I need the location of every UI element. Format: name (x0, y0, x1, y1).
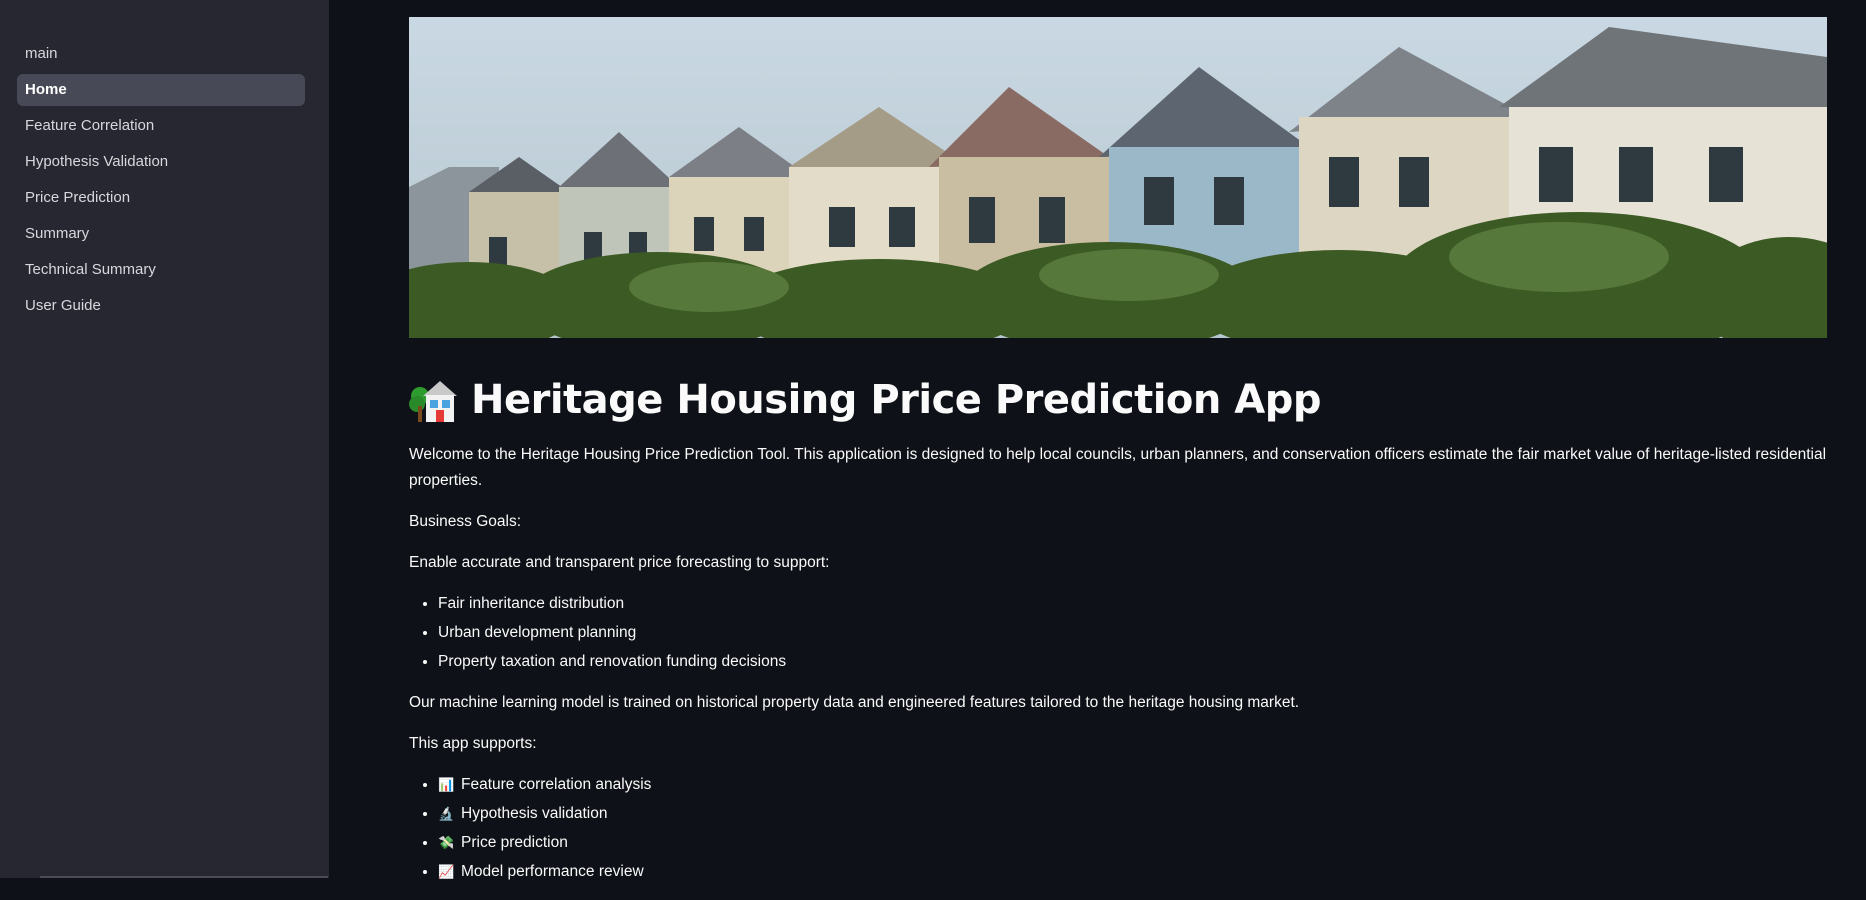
intro-text: Welcome to the Heritage Housing Price Pr… (409, 446, 1827, 489)
supports-heading: This app supports: (409, 735, 537, 752)
chart-increasing-icon: 📈 (438, 864, 455, 879)
bar-chart-icon: 📊 (438, 777, 455, 792)
sidebar-nav: main Home Feature Correlation Hypothesis… (17, 38, 305, 326)
goals-intro-text: Enable accurate and transparent price fo… (409, 554, 830, 571)
list-item-label: Hypothesis validation (461, 805, 608, 822)
list-item: 📊 Feature correlation analysis (438, 772, 1827, 798)
list-item-label: Feature correlation analysis (461, 776, 652, 793)
sidebar-item-technical-summary[interactable]: Technical Summary (17, 254, 305, 286)
house-with-garden-icon (409, 381, 457, 422)
business-goals-heading: Business Goals: (409, 513, 521, 530)
list-item: 🔬 Hypothesis validation (438, 801, 1827, 827)
main-content: Heritage Housing Price Prediction App We… (329, 0, 1866, 880)
goals-list: Fair inheritance distribution Urban deve… (409, 591, 1827, 675)
list-item: 💸 Price prediction (438, 830, 1827, 856)
list-item: Fair inheritance distribution (438, 591, 1827, 617)
sidebar-item-home[interactable]: Home (17, 74, 305, 106)
list-item-label: Model performance review (461, 863, 644, 880)
money-with-wings-icon: 💸 (438, 835, 455, 850)
microscope-icon: 🔬 (438, 806, 455, 821)
sidebar-item-hypothesis-validation[interactable]: Hypothesis Validation (17, 146, 305, 178)
sidebar: main Home Feature Correlation Hypothesis… (0, 0, 329, 878)
list-item-label: Price prediction (461, 834, 568, 851)
sidebar-item-main[interactable]: main (17, 38, 305, 70)
page-title-text: Heritage Housing Price Prediction App (471, 377, 1322, 423)
hero-image-heritage-houses (409, 17, 1827, 338)
sidebar-item-feature-correlation[interactable]: Feature Correlation (17, 110, 305, 142)
list-item: Urban development planning (438, 620, 1827, 646)
sidebar-item-price-prediction[interactable]: Price Prediction (17, 182, 305, 214)
model-description-text: Our machine learning model is trained on… (409, 694, 1300, 711)
sidebar-item-summary[interactable]: Summary (17, 218, 305, 250)
sidebar-item-user-guide[interactable]: User Guide (17, 290, 305, 322)
supports-list: 📊 Feature correlation analysis 🔬 Hypothesi… (409, 772, 1827, 885)
home-content: Heritage Housing Price Prediction App We… (409, 370, 1827, 900)
page-title: Heritage Housing Price Prediction App (409, 370, 1827, 430)
list-item: 📈 Model performance review (438, 859, 1827, 885)
list-item: Property taxation and renovation funding… (438, 649, 1827, 675)
